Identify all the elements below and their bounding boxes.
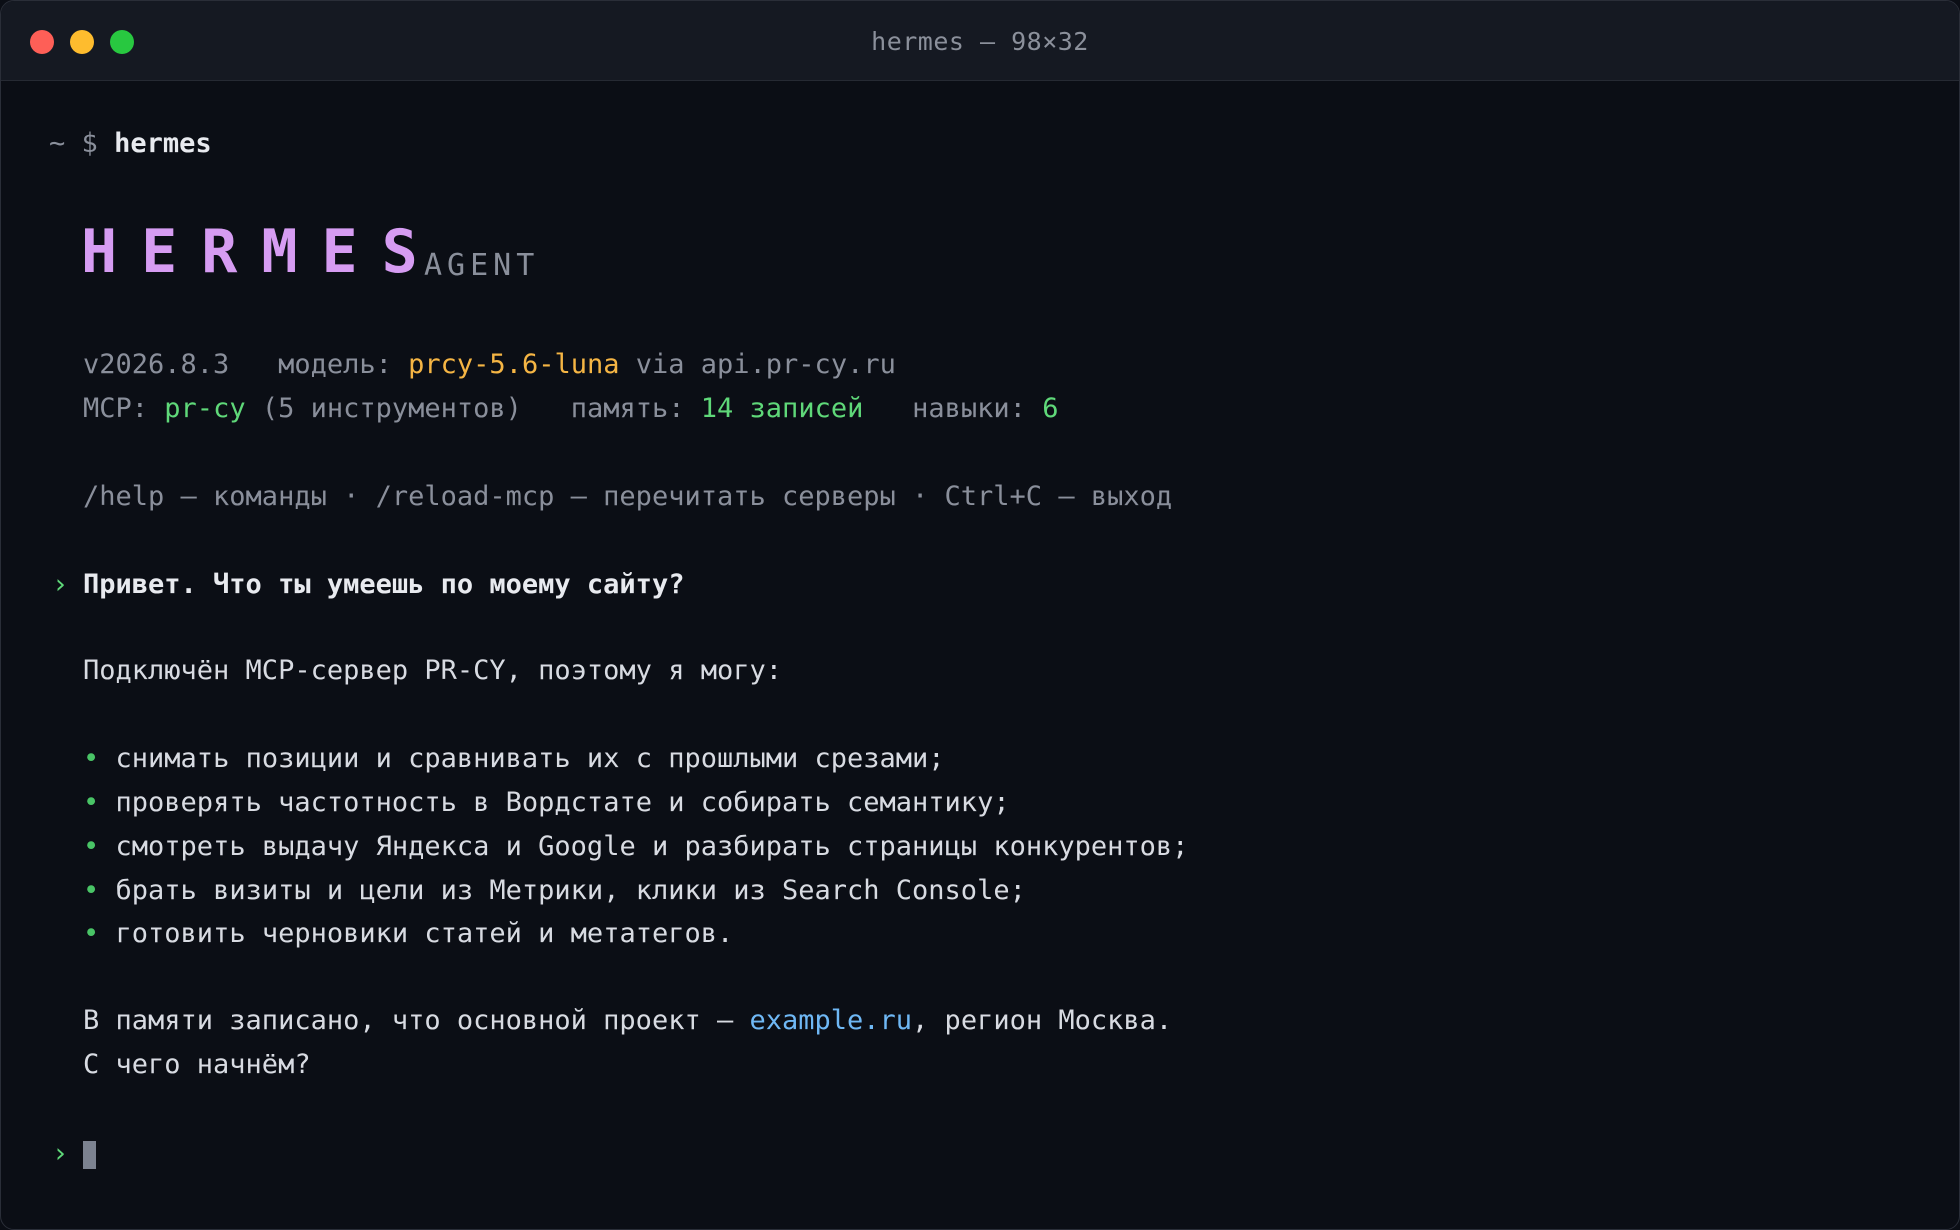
input-cursor[interactable] <box>83 1141 96 1169</box>
memory-label: память: <box>570 393 685 424</box>
bullet-glyph: • <box>83 875 100 906</box>
input-marker: › <box>52 1138 69 1169</box>
memory-prefix: В памяти записано, что основной проект — <box>83 1005 750 1036</box>
list-item-text: снимать позиции и сравнивать их с прошлы… <box>115 743 945 774</box>
help-line: /help — команды · /reload-mcp — перечита… <box>83 481 1173 512</box>
list-item-text: проверять частотность в Вордстате и соби… <box>115 787 1010 818</box>
status-line: MCP: pr-cy (5 инструментов) память: 14 з… <box>83 392 1058 426</box>
mcp-value: pr-cy <box>164 393 246 424</box>
question-line: С чего начнём? <box>83 1049 311 1080</box>
version: v2026.8.3 <box>83 349 230 380</box>
window-title: hermes — 98×32 <box>871 27 1089 56</box>
list-item: • снимать позиции и сравнивать их с прош… <box>83 742 945 776</box>
memory-value: 14 записей <box>700 393 864 424</box>
model-value: prcy-5.6-luna <box>408 349 620 380</box>
list-item-text: смотреть выдачу Яндекса и Google и разби… <box>115 831 1189 862</box>
shell-prompt-line: ~ $ hermes <box>49 127 212 161</box>
terminal-window: hermes — 98×32 ~ $ hermes HERMES AGENT v… <box>0 0 1960 1230</box>
bullet-glyph: • <box>83 787 100 818</box>
model-label: модель: <box>278 349 392 380</box>
list-item-text: брать визиты и цели из Метрики, клики из… <box>115 875 1026 906</box>
user-marker: › <box>52 569 69 600</box>
memory-suffix: , регион Москва. <box>912 1005 1173 1036</box>
bullet-glyph: • <box>83 918 100 949</box>
memory-line: В памяти записано, что основной проект —… <box>83 1004 1172 1038</box>
mcp-label: MCP: <box>83 393 149 424</box>
list-item-text: готовить черновики статей и метатегов. <box>115 918 734 949</box>
agent-subtitle: AGENT <box>424 248 540 283</box>
hermes-logo: HERMES <box>81 217 442 287</box>
mcp-tools: (5 инструментов) <box>261 393 522 424</box>
list-item: • брать визиты и цели из Метрики, клики … <box>83 874 1026 908</box>
reply-intro: Подключён MCP-сервер PR-CY, поэтому я мо… <box>83 655 782 686</box>
version-model-line: v2026.8.3 модель: prcy-5.6-luna via api.… <box>83 348 896 382</box>
skills-value: 6 <box>1042 393 1059 424</box>
user-message-line: › <box>52 568 68 602</box>
prompt-tilde: ~ <box>49 128 66 159</box>
list-item: • готовить черновики статей и метатегов. <box>83 917 733 951</box>
bullet-glyph: • <box>83 831 100 862</box>
user-message: Привет. Что ты умеешь по моему сайту? <box>83 569 685 600</box>
prompt-command: hermes <box>114 128 212 159</box>
model-via: via api.pr-cy.ru <box>635 349 896 380</box>
bullet-glyph: • <box>83 743 100 774</box>
prompt-dollar: $ <box>81 128 98 159</box>
list-item: • смотреть выдачу Яндекса и Google и раз… <box>83 830 1188 864</box>
project-link[interactable]: example.ru <box>749 1005 912 1036</box>
terminal-content[interactable]: ~ $ hermes HERMES AGENT v2026.8.3 модель… <box>1 81 1959 1229</box>
list-item: • проверять частотность в Вордстате и со… <box>83 786 1010 820</box>
title-bar: hermes — 98×32 <box>1 1 1959 81</box>
skills-label: навыки: <box>912 393 1026 424</box>
